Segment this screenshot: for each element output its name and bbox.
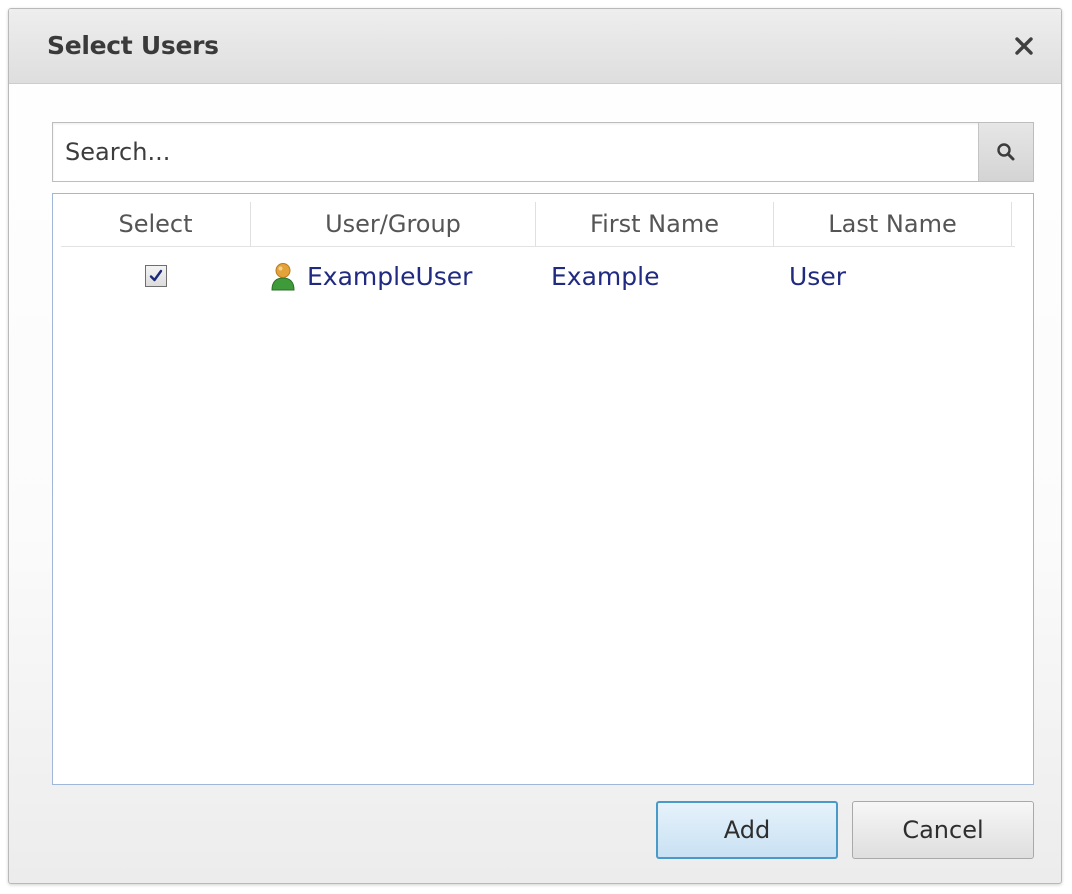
column-header-first-name[interactable]: First Name — [536, 202, 774, 246]
users-grid: Select User/Group First Name Last Name E… — [52, 193, 1034, 785]
close-icon — [1015, 37, 1033, 55]
checkmark-icon — [149, 269, 163, 282]
table-row[interactable]: ExampleUser Example User — [61, 250, 1015, 302]
add-button[interactable]: Add — [656, 801, 838, 859]
dialog-titlebar: Select Users — [9, 9, 1061, 84]
user-icon — [269, 261, 297, 291]
first-name-cell: Example — [551, 261, 660, 291]
search-icon — [997, 143, 1015, 161]
column-header-user-group[interactable]: User/Group — [251, 202, 536, 246]
dialog-title: Select Users — [47, 31, 219, 60]
search-box — [52, 122, 1034, 182]
last-name-cell: User — [789, 261, 846, 291]
select-cell — [61, 250, 251, 302]
user-group-cell: ExampleUser — [251, 250, 536, 302]
search-button[interactable] — [978, 123, 1033, 181]
column-header-last-name[interactable]: Last Name — [774, 202, 1012, 246]
grid-header: Select User/Group First Name Last Name — [61, 202, 1015, 247]
select-checkbox[interactable] — [145, 265, 167, 287]
cancel-button[interactable]: Cancel — [852, 801, 1034, 859]
column-header-select[interactable]: Select — [61, 202, 251, 246]
search-input[interactable] — [53, 123, 978, 181]
close-button[interactable] — [1007, 29, 1041, 63]
user-group-name: ExampleUser — [307, 261, 473, 291]
select-users-dialog: Select Users Select User/Group First Nam… — [8, 8, 1062, 884]
